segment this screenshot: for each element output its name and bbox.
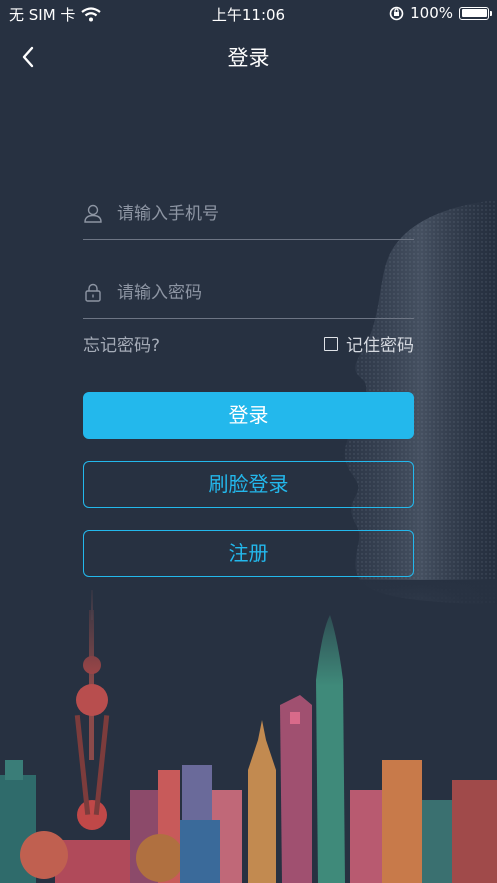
page-title: 登录: [227, 46, 270, 70]
orientation-lock-icon: [389, 6, 404, 20]
register-button[interactable]: 注册: [83, 530, 414, 577]
remember-checkbox[interactable]: [324, 336, 338, 351]
lock-icon: [85, 283, 101, 302]
phone-input[interactable]: [115, 197, 409, 231]
password-field: [83, 274, 414, 319]
battery-percent: 100%: [410, 4, 453, 22]
remember-label: 记住密码: [346, 336, 414, 356]
battery-icon: [459, 6, 492, 20]
forgot-password-link[interactable]: 忘记密码?: [83, 331, 160, 356]
phone-field: [83, 195, 414, 240]
password-input[interactable]: [115, 276, 409, 310]
status-right: 100%: [389, 4, 492, 22]
background-art: [0, 200, 497, 883]
remember-password-toggle[interactable]: 记住密码: [324, 331, 414, 356]
nav-bar: 登录: [0, 34, 497, 78]
battery-fill: [461, 9, 487, 17]
status-bar: 无 SIM 卡 上午11:06 100%: [0, 0, 497, 28]
login-button[interactable]: 登录: [83, 392, 414, 439]
face-login-button[interactable]: 刷脸登录: [83, 461, 414, 508]
user-icon: [84, 204, 102, 223]
